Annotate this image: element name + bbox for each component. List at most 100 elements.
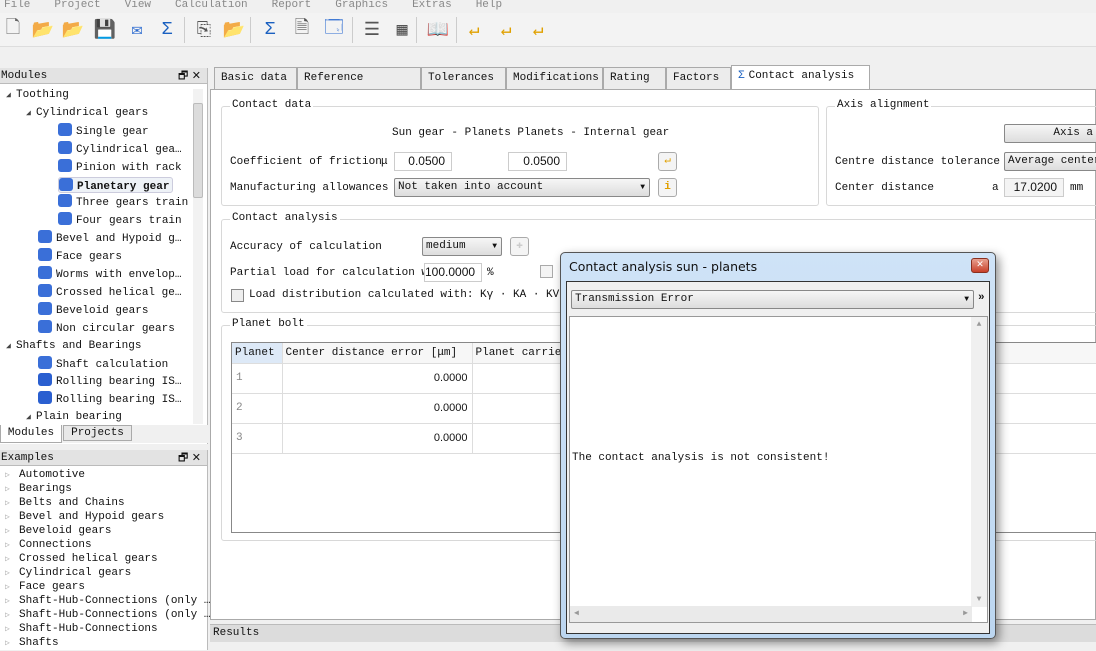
tree-item[interactable]: Shaft calculation	[38, 355, 168, 372]
tab-rating[interactable]: Rating	[603, 67, 666, 89]
allowances-select[interactable]: Not taken into account ▼	[394, 178, 650, 197]
return-icon[interactable]: ↵	[526, 18, 550, 42]
send-mail-icon[interactable]: ✉	[125, 18, 149, 42]
report-window-icon[interactable]: 🗔	[322, 18, 346, 42]
expand-arrow-icon[interactable]: ◢	[26, 410, 36, 424]
menu-project[interactable]: Project	[54, 0, 100, 11]
expand-arrow-icon[interactable]: ▷	[5, 595, 19, 609]
report-icon[interactable]: 🗎	[290, 18, 314, 42]
tab-tolerances[interactable]: Tolerances	[421, 67, 506, 89]
chart-type-select[interactable]: Transmission Error ▼	[571, 290, 974, 309]
expand-arrow-icon[interactable]: ▷	[5, 637, 19, 651]
float-icon[interactable]: 🗗	[178, 69, 188, 82]
info-icon[interactable]: i	[658, 178, 677, 197]
tree-item[interactable]: Cylindrical gea…	[58, 140, 182, 157]
tab-reference-profile[interactable]: Reference profile	[297, 67, 421, 105]
modules-scrollbar[interactable]	[193, 89, 203, 424]
expand-arrow-icon[interactable]: ◢	[6, 339, 16, 355]
horizontal-scrollbar[interactable]: ◀ ▶	[570, 606, 972, 622]
tab-basic-data[interactable]: Basic data	[214, 67, 297, 89]
example-item[interactable]: ▷ Bevel and Hypoid gears	[5, 510, 164, 524]
menu-graphics[interactable]: Graphics	[335, 0, 388, 11]
expand-arrow-icon[interactable]: ▷	[5, 483, 19, 497]
vertical-scrollbar[interactable]: ▲ ▼	[971, 317, 987, 607]
tree-item[interactable]: ◢ Cylindrical gears	[26, 105, 148, 121]
tree-item[interactable]: Face gears	[38, 248, 122, 264]
axis-alignment-button[interactable]: Axis a	[1004, 124, 1096, 143]
tree-item[interactable]: ◢ Toothing	[6, 87, 69, 103]
table-cell[interactable]: 1	[232, 363, 283, 394]
tree-item[interactable]: Single gear	[58, 122, 149, 139]
example-item[interactable]: ▷ Crossed helical gears	[5, 552, 158, 566]
tab-factors[interactable]: Factors	[666, 67, 731, 89]
save-icon[interactable]: 💾	[93, 18, 117, 42]
example-item[interactable]: ▷ Face gears	[5, 580, 85, 594]
tree-item[interactable]: Beveloid gears	[38, 301, 148, 318]
table-cell[interactable]: 0.0000	[282, 393, 473, 424]
expand-arrow-icon[interactable]: ▷	[5, 581, 19, 595]
tab-modifications[interactable]: Modifications	[506, 67, 603, 89]
table-cell[interactable]: 0.0000	[282, 423, 473, 454]
tree-item[interactable]: Crossed helical ge…	[38, 283, 181, 300]
open-folder-icon[interactable]: 📂	[31, 18, 55, 42]
example-item[interactable]: ▷ Shaft-Hub-Connections (only …	[5, 608, 210, 622]
example-item[interactable]: ▷ Belts and Chains	[5, 496, 125, 510]
calculator-icon[interactable]: ▦	[390, 18, 414, 42]
table-cell[interactable]: 3	[232, 423, 283, 454]
expand-arrow-icon[interactable]: ▷	[5, 469, 19, 483]
column-header[interactable]: Center distance error [μm]	[282, 343, 473, 364]
tree-item[interactable]: Pinion with rack	[58, 158, 182, 175]
example-item[interactable]: ▷ Shaft-Hub-Connections (only …	[5, 594, 210, 608]
example-item[interactable]: ▷ Bearings	[5, 482, 72, 496]
tree-item[interactable]: Rolling bearing IS…	[38, 373, 181, 389]
new-file-icon[interactable]: 🗋	[1, 18, 25, 42]
expand-arrow-icon[interactable]: ▷	[5, 553, 19, 567]
undo-checker-icon[interactable]: ↵	[462, 18, 486, 42]
example-item[interactable]: ▷ Beveloid gears	[5, 524, 111, 538]
tree-item[interactable]: ◢ Plain bearing	[26, 409, 122, 424]
accuracy-select[interactable]: medium ▼	[422, 237, 502, 256]
close-icon[interactable]: ✕	[971, 258, 989, 273]
example-item[interactable]: ▷ Connections	[5, 538, 92, 552]
database-icon[interactable]: ☰	[360, 18, 384, 42]
expand-arrow-icon[interactable]: ▷	[5, 609, 19, 623]
friction-internal-input[interactable]: 0.0500	[508, 152, 567, 171]
expand-arrow-icon[interactable]: ▷	[5, 623, 19, 637]
open-archive-icon[interactable]: 📂	[61, 18, 85, 42]
menu-file[interactable]: File	[4, 0, 30, 11]
float-icon[interactable]: 🗗	[178, 451, 188, 464]
tab-projects[interactable]: Projects	[63, 425, 132, 441]
menu-extras[interactable]: Extras	[412, 0, 452, 11]
book-icon[interactable]: 📖	[426, 18, 450, 42]
tree-item[interactable]: ◢ Shafts and Bearings	[6, 338, 141, 354]
expand-arrow-icon[interactable]: ▷	[5, 511, 19, 525]
example-item[interactable]: ▷ Automotive	[5, 468, 85, 482]
checkbox[interactable]	[540, 265, 553, 278]
tree-item[interactable]: Rolling bearing IS…	[38, 391, 181, 407]
calculate-sum-icon[interactable]: Σ	[258, 18, 282, 42]
load-distribution-checkbox[interactable]	[231, 289, 244, 302]
column-header[interactable]: Planet	[232, 343, 283, 364]
tree-item[interactable]: Three gears train	[58, 194, 188, 210]
menu-view[interactable]: View	[125, 0, 151, 11]
tab-modules[interactable]: Modules	[0, 425, 62, 443]
menu-calculation[interactable]: Calculation	[175, 0, 248, 11]
tree-item[interactable]: Non circular gears	[38, 319, 175, 336]
expand-arrow-icon[interactable]: ◢	[26, 106, 36, 122]
expand-arrow-icon[interactable]: ◢	[6, 88, 16, 104]
close-icon[interactable]: ✕	[192, 69, 201, 82]
expand-button[interactable]: »	[978, 292, 985, 304]
partial-load-input[interactable]: 100.0000	[424, 263, 482, 282]
sum-return-icon[interactable]: Σ	[155, 18, 179, 42]
expand-arrow-icon[interactable]: ▷	[5, 525, 19, 539]
menu-report[interactable]: Report	[272, 0, 312, 11]
center-distance-input[interactable]: 17.0200	[1004, 178, 1064, 197]
menu-help[interactable]: Help	[476, 0, 502, 11]
friction-sun-input[interactable]: 0.0500	[394, 152, 452, 171]
table-cell[interactable]: 0.0000	[282, 363, 473, 394]
example-item[interactable]: ▷ Shafts	[5, 636, 59, 650]
expand-arrow-icon[interactable]: ▷	[5, 539, 19, 553]
tree-item[interactable]: Worms with envelop…	[38, 266, 181, 282]
redo-checker-icon[interactable]: ↵	[494, 18, 518, 42]
expand-arrow-icon[interactable]: ▷	[5, 497, 19, 511]
